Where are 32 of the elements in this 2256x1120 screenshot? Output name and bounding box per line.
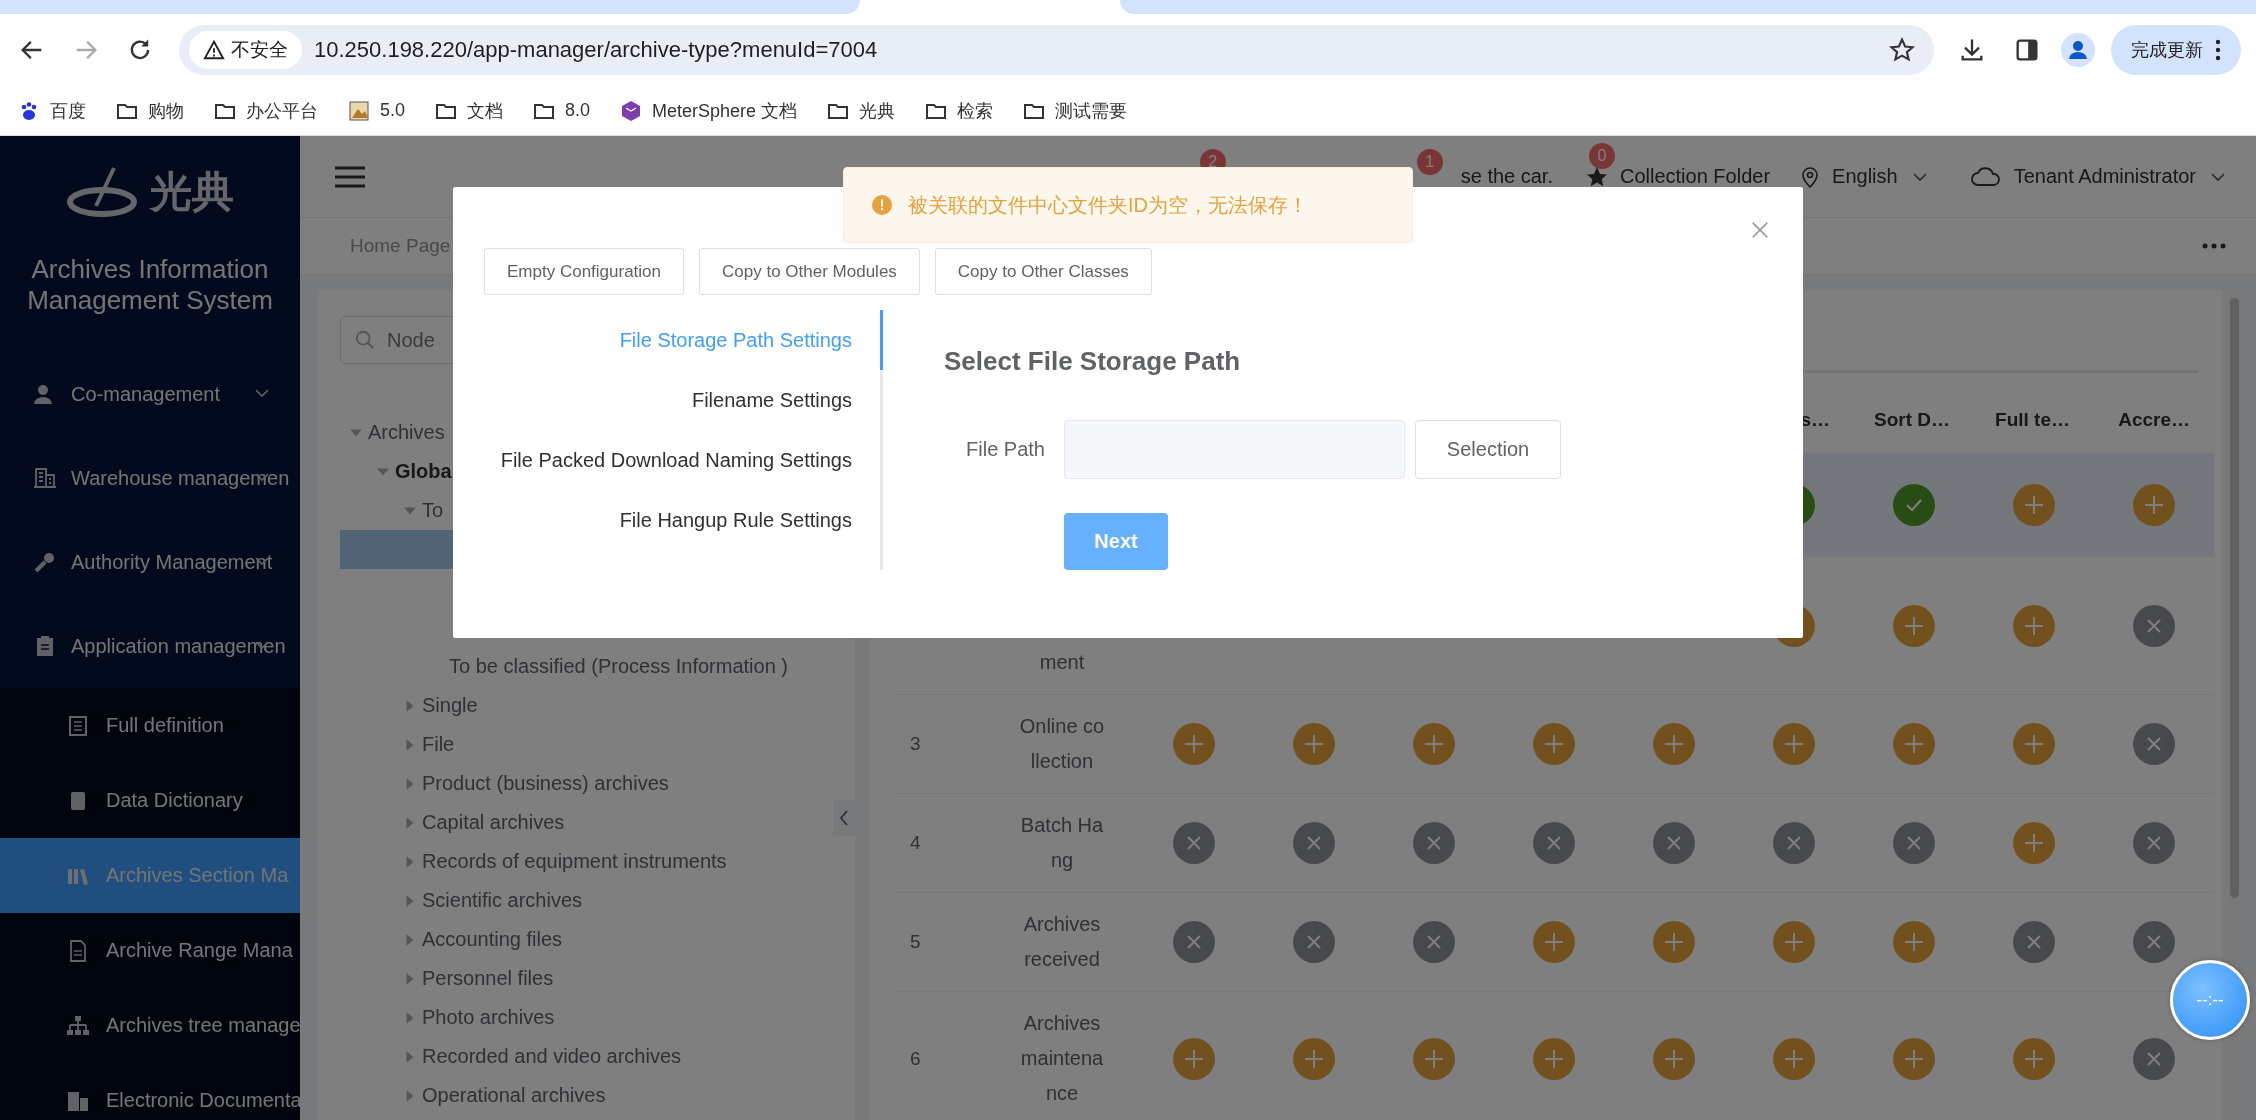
notification-badge: 1 bbox=[1416, 148, 1443, 175]
tree-label: Single bbox=[422, 694, 478, 717]
tree-label: Globa bbox=[395, 460, 452, 483]
row-number: 4 bbox=[910, 832, 921, 853]
tree-label: Product (business) archives bbox=[422, 772, 669, 795]
field-label: File Path bbox=[965, 438, 1045, 461]
section-heading: Select File Storage Path bbox=[944, 346, 1242, 378]
table-cell-text: Archives maintenance bbox=[1019, 1011, 1105, 1106]
table-cell-text: Archives received bbox=[1022, 912, 1102, 972]
tree-label: Operational archives bbox=[422, 1084, 606, 1107]
tree-label: To be classified (Process Information ) bbox=[449, 655, 789, 678]
tree-label: Personnel files bbox=[422, 967, 554, 990]
table-cell-text: ment bbox=[1038, 650, 1086, 675]
toast-message: 被关联的文件中心文件夹ID为空，无法保存！ bbox=[908, 192, 1308, 218]
row-number: 5 bbox=[910, 931, 921, 952]
tree-label: Capital archives bbox=[422, 811, 565, 834]
app-title: Archives Information Management System bbox=[26, 254, 274, 316]
tree-label: File bbox=[422, 733, 455, 756]
tree-label: To bbox=[422, 499, 444, 522]
logo-text: 光典 bbox=[150, 166, 234, 218]
table-cell-text: Batch Hang bbox=[1019, 813, 1105, 873]
tree-label: Scientific archives bbox=[422, 889, 583, 912]
tree-label: Photo archives bbox=[422, 1006, 555, 1029]
tree-label: Accounting files bbox=[422, 928, 563, 951]
tree-label: Archives bbox=[368, 421, 445, 444]
tree-label: Records of equipment instruments bbox=[422, 850, 727, 873]
tree-label: Recorded and video archives bbox=[422, 1045, 682, 1068]
row-number: 3 bbox=[910, 733, 921, 754]
notification-badge: 0 bbox=[1589, 142, 1615, 169]
table-cell-text: Online collection bbox=[1018, 714, 1106, 774]
row-number: 6 bbox=[910, 1047, 921, 1069]
url-text: 10.250.198.220/app-manager/archive-type?menuId=7004 bbox=[314, 37, 879, 63]
